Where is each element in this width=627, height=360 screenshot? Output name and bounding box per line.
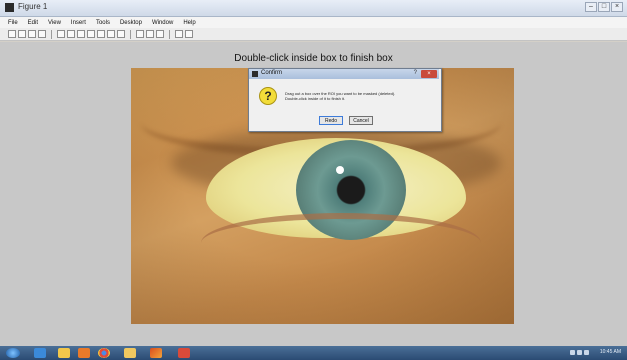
maximize-button[interactable]: □ [598,2,610,12]
menubar: File Edit View Insert Tools Desktop Wind… [0,17,627,28]
dialog-message: Drag out a box over the ROI you want to … [285,91,435,101]
matlab-icon[interactable] [150,348,162,358]
redo-button[interactable]: Redo [319,116,343,125]
window-title: Figure 1 [18,2,48,11]
toolbar-separator [51,29,52,39]
arrow-icon[interactable] [57,30,65,38]
cancel-button[interactable]: Cancel [349,116,373,125]
close-button[interactable]: × [611,2,623,12]
menu-file[interactable]: File [8,20,18,26]
question-icon: ? [259,87,277,105]
print-icon[interactable] [38,30,46,38]
eye-glint [336,166,344,174]
menu-help[interactable]: Help [183,20,195,26]
toolbar-separator [169,29,170,39]
figure-toolbar [0,28,627,41]
folder-icon[interactable] [124,348,136,358]
open-file-icon[interactable] [18,30,26,38]
menu-view[interactable]: View [48,20,61,26]
show-plot-tools-icon[interactable] [185,30,193,38]
save-icon[interactable] [28,30,36,38]
system-tray [570,350,589,355]
zoom-out-icon[interactable] [77,30,85,38]
legend-icon[interactable] [156,30,164,38]
tray-icon[interactable] [584,350,589,355]
help-button[interactable]: ? [414,70,417,76]
lower-eyelid [201,213,481,273]
menu-edit[interactable]: Edit [28,20,38,26]
start-button-icon[interactable] [6,348,20,358]
dialog-close-button[interactable]: × [421,70,437,78]
window-titlebar: Figure 1 – □ × [0,0,627,17]
windows-taskbar: 10:45 AM [0,346,627,360]
data-cursor-icon[interactable] [107,30,115,38]
tray-icon[interactable] [570,350,575,355]
menu-tools[interactable]: Tools [96,20,110,26]
menu-window[interactable]: Window [152,20,173,26]
menu-desktop[interactable]: Desktop [120,20,142,26]
brush-icon[interactable] [117,30,125,38]
chrome-icon[interactable] [98,348,110,358]
clock[interactable]: 10:45 AM [600,349,621,355]
link-icon[interactable] [136,30,144,38]
figure-title: Double-click inside box to finish box [234,53,393,64]
zoom-in-icon[interactable] [67,30,75,38]
pan-icon[interactable] [87,30,95,38]
dialog-titlebar: Confirm ? × [249,69,439,79]
menu-insert[interactable]: Insert [71,20,86,26]
dialog-message-line: Double-click inside of it to finish it. [285,96,346,101]
new-figure-icon[interactable] [8,30,16,38]
media-player-icon[interactable] [78,348,90,358]
matlab-figure-icon [5,3,14,12]
internet-explorer-icon[interactable] [34,348,46,358]
window-controls: – □ × [585,2,623,12]
dialog-title: Confirm [261,70,283,76]
colorbar-icon[interactable] [146,30,154,38]
matlab-figure-icon [252,71,258,77]
hide-plot-tools-icon[interactable] [175,30,183,38]
tray-icon[interactable] [577,350,582,355]
minimize-button[interactable]: – [585,2,597,12]
app-icon[interactable] [178,348,190,358]
file-explorer-icon[interactable] [58,348,70,358]
toolbar-separator [130,29,131,39]
rotate-icon[interactable] [97,30,105,38]
confirm-dialog: Confirm ? × ? Drag out a box over the RO… [248,68,442,132]
